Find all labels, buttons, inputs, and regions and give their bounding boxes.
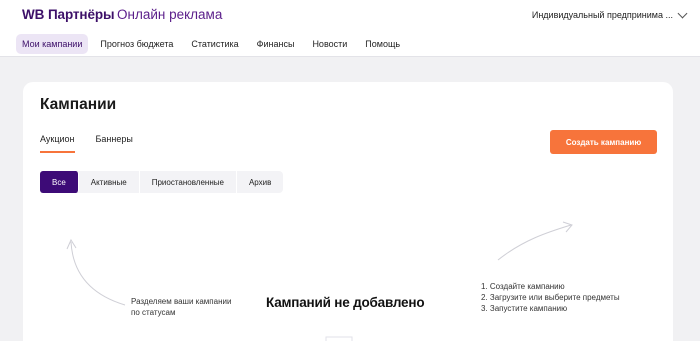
section-title[interactable]: Онлайн реклама <box>117 7 222 22</box>
status-filter-group: Все Активные Приостановленные Архив <box>40 171 284 193</box>
account-menu[interactable]: Индивидуальный предпринима ... <box>531 8 688 20</box>
campaigns-card: Кампании Аукцион Баннеры Создать кампани… <box>23 82 673 341</box>
step-item: 3. Запустите кампанию <box>481 304 568 313</box>
empty-state-title: Кампаний не добавлено <box>266 295 425 310</box>
tab-auction[interactable]: Аукцион <box>40 130 75 153</box>
nav-item-help[interactable]: Помощь <box>359 34 406 54</box>
right-arrow-head <box>562 221 573 233</box>
filter-all[interactable]: Все <box>40 171 79 193</box>
account-name: Индивидуальный предпринима ... <box>531 10 673 20</box>
filter-active[interactable]: Активные <box>79 171 140 193</box>
nav-item-statistics[interactable]: Статистика <box>185 34 244 54</box>
steps-list: 1. Создайте кампанию 2. Загрузите или вы… <box>481 281 620 314</box>
brand-logo[interactable]: WB Партнёры <box>22 7 115 22</box>
tab-banners[interactable]: Баннеры <box>96 130 133 153</box>
status-hint: Разделяем ваши кампании по статусам <box>131 297 232 317</box>
main-nav: Мои кампании Прогноз бюджета Статистика … <box>16 34 412 54</box>
nav-item-finance[interactable]: Финансы <box>251 34 301 54</box>
top-header: WB Партнёры Онлайн реклама Индивидуальны… <box>0 0 700 57</box>
illustration-fragment <box>325 336 353 341</box>
page-title: Кампании <box>40 96 117 113</box>
campaign-type-tabs: Аукцион Баннеры <box>40 130 154 153</box>
right-curved-arrow-icon <box>497 224 572 261</box>
step-item: 2. Загрузите или выберите предметы <box>481 293 620 302</box>
step-item: 1. Создайте кампанию <box>481 282 565 291</box>
chevron-down-icon <box>677 8 688 18</box>
filter-archive[interactable]: Архив <box>237 171 283 193</box>
filter-paused[interactable]: Приостановленные <box>140 171 237 193</box>
create-campaign-button[interactable]: Создать кампанию <box>550 130 657 154</box>
nav-item-budget-forecast[interactable]: Прогноз бюджета <box>94 34 179 54</box>
left-curved-arrow-icon <box>70 241 126 306</box>
left-arrow-head <box>66 238 77 250</box>
nav-item-news[interactable]: Новости <box>306 34 353 54</box>
nav-item-my-campaigns[interactable]: Мои кампании <box>16 34 89 54</box>
